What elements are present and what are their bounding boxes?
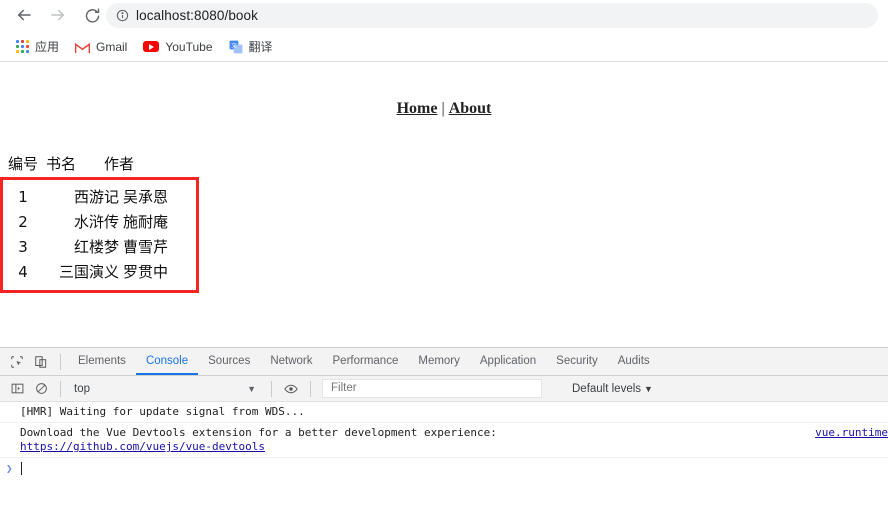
nav-link-home[interactable]: Home bbox=[397, 100, 438, 117]
bookmark-youtube[interactable]: YouTube bbox=[137, 36, 218, 58]
inspect-cursor-icon bbox=[11, 355, 23, 368]
sidebar-toggle-icon bbox=[11, 383, 23, 394]
bookmark-gmail[interactable]: Gmail bbox=[69, 36, 133, 58]
console-toolbar: top ▼ Default levels▼ bbox=[0, 376, 888, 402]
bookmark-apps[interactable]: 应用 bbox=[10, 36, 65, 58]
execution-context-select[interactable]: top ▼ bbox=[68, 379, 264, 399]
cell-id: 4 bbox=[18, 262, 28, 281]
page-viewport: Home | About 编号 书名 作者 1 西游记 吴承恩 2 水浒传 施耐庵 bbox=[0, 62, 888, 347]
cell-author: 施耐庵 bbox=[123, 213, 169, 231]
column-header-author: 作者 bbox=[104, 155, 135, 173]
inspect-element-button[interactable] bbox=[5, 350, 29, 374]
console-message-text: Download the Vue Devtools extension for … bbox=[20, 426, 497, 439]
eye-icon bbox=[284, 384, 298, 393]
bookmark-gmail-label: Gmail bbox=[96, 39, 128, 54]
cell-id: 3 bbox=[18, 237, 28, 256]
table-row: 4 三国演义 罗贯中 bbox=[3, 259, 196, 284]
prompt-chevron-icon: ❯ bbox=[6, 461, 13, 475]
reload-icon bbox=[85, 8, 99, 23]
console-message: [HMR] Waiting for update signal from WDS… bbox=[0, 402, 888, 423]
console-prompt[interactable]: ❯ bbox=[0, 458, 888, 478]
device-toolbar-icon bbox=[35, 355, 47, 368]
book-table: 编号 书名 作者 1 西游记 吴承恩 2 水浒传 施耐庵 3 红楼梦 曹雪芹 4… bbox=[0, 153, 199, 293]
book-table-header: 编号 书名 作者 bbox=[0, 153, 199, 177]
devtools-panel: Elements Console Sources Network Perform… bbox=[0, 347, 888, 512]
table-row: 2 水浒传 施耐庵 bbox=[3, 209, 196, 234]
cell-author: 吴承恩 bbox=[123, 188, 169, 206]
tab-sources[interactable]: Sources bbox=[198, 348, 260, 375]
tab-console[interactable]: Console bbox=[136, 348, 198, 375]
execution-context-value: top bbox=[74, 382, 90, 395]
clear-console-button[interactable] bbox=[29, 377, 53, 401]
console-toolbar-divider bbox=[60, 380, 61, 397]
arrow-right-icon bbox=[51, 9, 64, 21]
text-cursor bbox=[20, 461, 22, 475]
live-expression-button[interactable] bbox=[279, 377, 303, 401]
gmail-icon bbox=[74, 41, 91, 53]
cell-name: 西游记 bbox=[73, 188, 119, 206]
bookmark-translate[interactable]: 文 翻译 bbox=[223, 36, 279, 58]
cell-name: 红楼梦 bbox=[73, 238, 119, 256]
nav-separator: | bbox=[441, 100, 445, 117]
console-message-text: [HMR] Waiting for update signal from WDS… bbox=[20, 405, 305, 418]
chevron-down-icon: ▼ bbox=[247, 383, 256, 394]
table-row: 3 红楼梦 曹雪芹 bbox=[3, 234, 196, 259]
column-header-id: 编号 bbox=[8, 155, 39, 173]
log-levels-value: Default levels bbox=[572, 382, 642, 395]
console-output: [HMR] Waiting for update signal from WDS… bbox=[0, 402, 888, 512]
translate-icon: 文 bbox=[229, 40, 243, 54]
console-toolbar-divider-3 bbox=[310, 380, 311, 397]
tab-memory[interactable]: Memory bbox=[408, 348, 470, 375]
book-table-body: 1 西游记 吴承恩 2 水浒传 施耐庵 3 红楼梦 曹雪芹 4 三国演义 罗贯中 bbox=[0, 177, 199, 293]
console-sidebar-toggle[interactable] bbox=[5, 377, 29, 401]
cell-name: 三国演义 bbox=[58, 263, 119, 281]
bookmark-translate-label: 翻译 bbox=[248, 40, 273, 54]
toolbar-divider bbox=[60, 353, 61, 370]
column-header-name: 书名 bbox=[46, 155, 77, 173]
site-nav: Home | About bbox=[0, 100, 888, 118]
reload-button[interactable] bbox=[78, 1, 106, 29]
console-toolbar-divider-2 bbox=[271, 380, 272, 397]
tab-elements[interactable]: Elements bbox=[68, 348, 136, 375]
console-message: Download the Vue Devtools extension for … bbox=[0, 423, 888, 458]
bookmark-apps-label: 应用 bbox=[35, 40, 60, 54]
navigation-toolbar: localhost:8080/book bbox=[0, 0, 888, 30]
cell-name: 水浒传 bbox=[73, 213, 119, 231]
tab-network[interactable]: Network bbox=[260, 348, 322, 375]
bookmark-youtube-label: YouTube bbox=[165, 39, 213, 54]
page-info-icon[interactable] bbox=[116, 9, 129, 22]
browser-window: localhost:8080/book 应用 Gmail YouTube 文 翻… bbox=[0, 0, 888, 512]
log-levels-select[interactable]: Default levels ▼ bbox=[572, 383, 653, 395]
cell-author: 曹雪芹 bbox=[123, 238, 169, 256]
apps-grid-icon bbox=[16, 40, 29, 53]
console-message-link[interactable]: https://github.com/vuejs/vue-devtools bbox=[20, 440, 265, 453]
cell-author: 罗贯中 bbox=[123, 263, 169, 281]
tab-performance[interactable]: Performance bbox=[323, 348, 409, 375]
nav-link-about[interactable]: About bbox=[449, 100, 492, 117]
arrow-left-icon bbox=[18, 9, 31, 21]
device-toolbar-button[interactable] bbox=[29, 350, 53, 374]
devtools-tabbar: Elements Console Sources Network Perform… bbox=[0, 348, 888, 376]
cell-id: 1 bbox=[18, 187, 28, 206]
address-bar-url: localhost:8080/book bbox=[136, 8, 258, 23]
tab-audits[interactable]: Audits bbox=[608, 348, 660, 375]
tab-security[interactable]: Security bbox=[546, 348, 608, 375]
console-filter-input[interactable] bbox=[322, 379, 542, 398]
back-button[interactable] bbox=[10, 1, 38, 29]
browser-chrome: localhost:8080/book 应用 Gmail YouTube 文 翻… bbox=[0, 0, 888, 62]
tab-application[interactable]: Application bbox=[470, 348, 546, 375]
table-row: 1 西游记 吴承恩 bbox=[3, 184, 196, 209]
address-bar[interactable]: localhost:8080/book bbox=[106, 3, 878, 28]
clear-console-icon bbox=[35, 383, 47, 394]
youtube-icon bbox=[143, 41, 160, 52]
bookmarks-bar: 应用 Gmail YouTube 文 翻译 bbox=[0, 33, 888, 60]
forward-button[interactable] bbox=[44, 1, 72, 29]
cell-id: 2 bbox=[18, 212, 28, 231]
chevron-down-icon: ▼ bbox=[644, 383, 653, 394]
console-source-link[interactable]: vue.runtime bbox=[815, 426, 888, 440]
